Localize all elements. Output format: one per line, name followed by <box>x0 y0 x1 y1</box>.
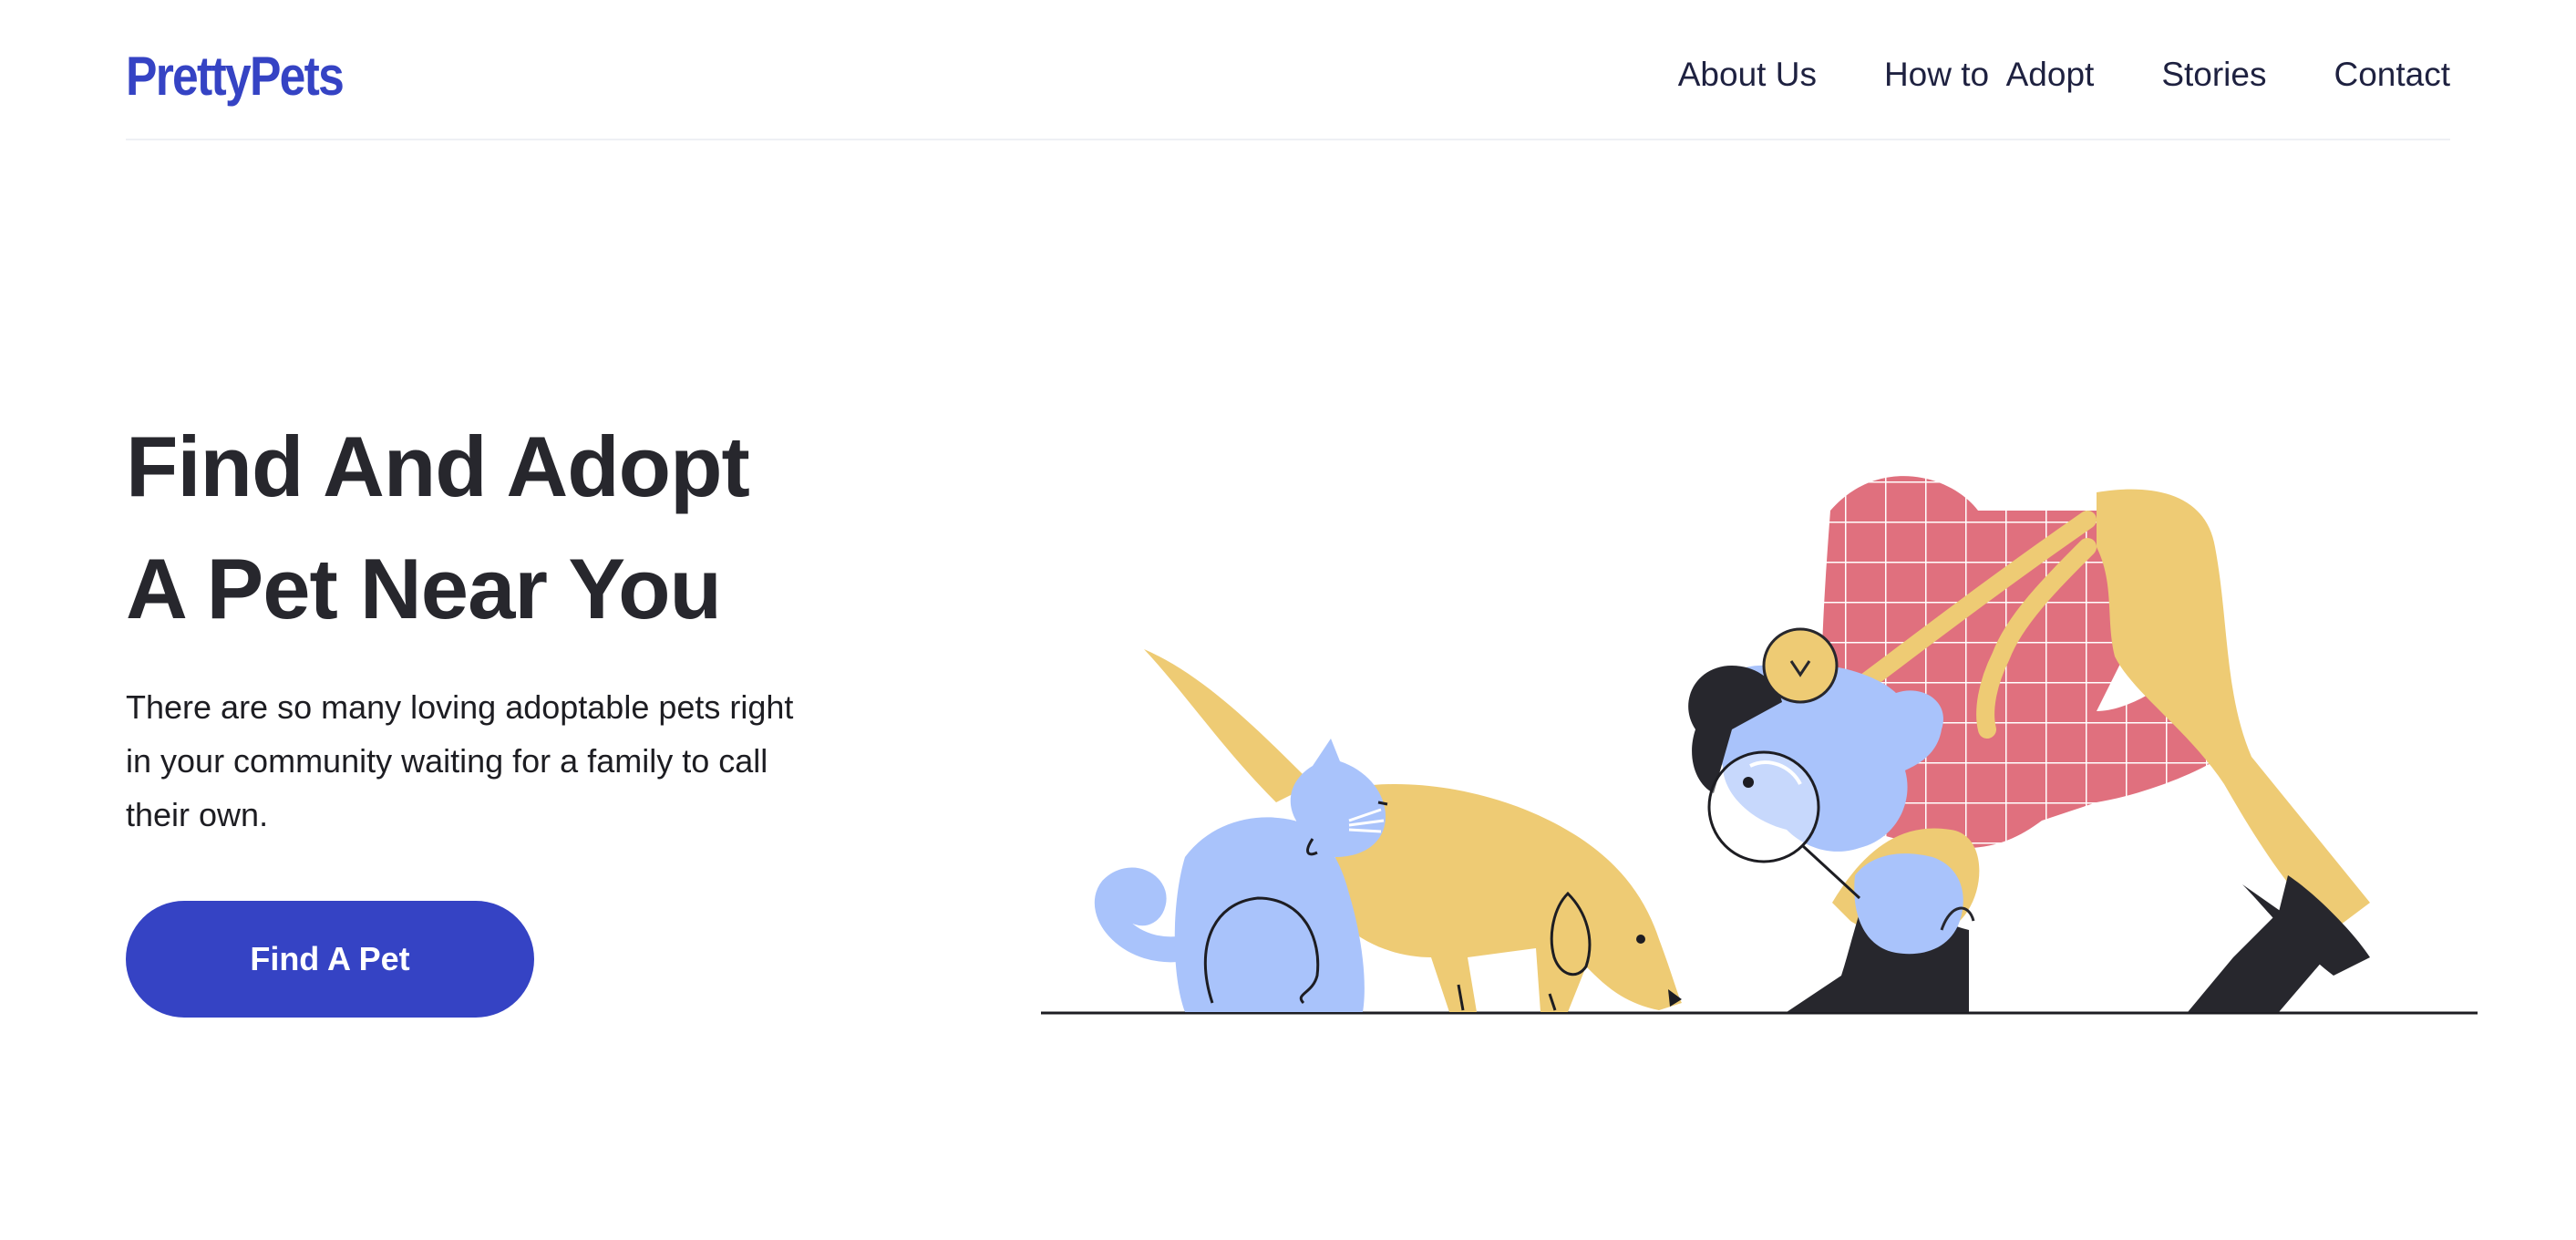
nav-link-contact[interactable]: Contact <box>2334 46 2450 104</box>
nav-link-how-to-adopt[interactable]: How to Adopt <box>1884 46 2094 104</box>
landing-page: PrettyPets About Us How to Adopt Stories… <box>0 0 2576 1240</box>
hero-title: Find And Adopt A Pet Near You <box>126 406 750 650</box>
person-figure <box>1688 476 2370 1012</box>
hero-description: There are so many loving adoptable pets … <box>126 688 794 833</box>
main-nav: About Us How to Adopt Stories Contact <box>1678 46 2450 104</box>
site-header: PrettyPets About Us How to Adopt Stories… <box>126 0 2450 140</box>
hero-title-line-1: Find And Adopt <box>126 418 750 514</box>
find-a-pet-button[interactable]: Find A Pet <box>126 901 534 1018</box>
nav-link-stories[interactable]: Stories <box>2161 46 2266 104</box>
hero-title-line-2: A Pet Near You <box>126 541 722 636</box>
logo[interactable]: PrettyPets <box>126 40 345 113</box>
hero-illustration <box>1041 476 2478 1015</box>
nav-link-about-us[interactable]: About Us <box>1678 46 1817 104</box>
